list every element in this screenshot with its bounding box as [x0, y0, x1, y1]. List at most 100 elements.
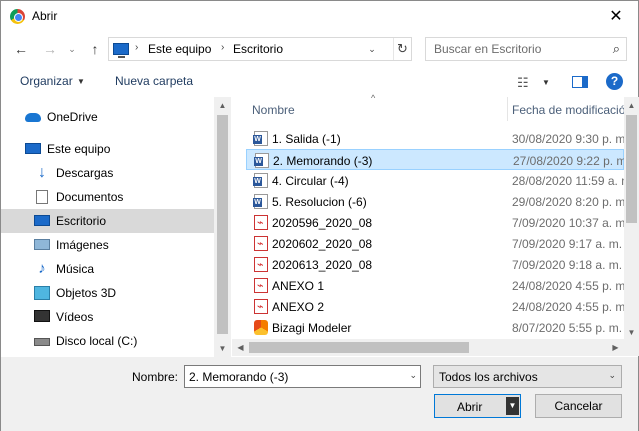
cancel-button[interactable]: Cancelar [535, 394, 622, 418]
search-placeholder: Buscar en Escritorio [434, 42, 542, 56]
sidebar-item-label: OneDrive [47, 110, 98, 124]
word-document-icon [253, 173, 268, 188]
column-header-name[interactable]: Nombre [252, 103, 295, 117]
chevron-down-icon[interactable]: ▼ [77, 77, 85, 86]
search-icon[interactable]: ⌕ [613, 41, 620, 57]
scrollbar-thumb[interactable] [249, 342, 469, 353]
up-arrow-icon[interactable]: ↑ [86, 39, 104, 59]
sidebar-item-label: Objetos 3D [56, 286, 117, 300]
sidebar-item-este-equipo[interactable]: Este equipo [1, 137, 214, 161]
file-name: 2020596_2020_08 [272, 216, 373, 230]
file-name: Bizagi Modeler [272, 321, 352, 335]
file-name-label: Nombre: [132, 370, 179, 384]
file-name: ANEXO 2 [272, 300, 325, 314]
scroll-down-icon[interactable]: ▼ [214, 340, 231, 357]
word-document-icon [254, 153, 269, 168]
view-options-icon[interactable]: ☷ [517, 75, 529, 91]
file-type-select[interactable]: Todos los archivos ⌄ [433, 365, 622, 388]
address-dropdown-icon[interactable]: ⌄ [363, 38, 381, 60]
column-divider[interactable] [507, 97, 508, 121]
word-document-icon [253, 131, 268, 146]
sidebar-item-label: Disco local (C:) [56, 334, 138, 348]
computer-icon [25, 143, 41, 154]
file-date: 24/08/2020 4:55 p. m. [512, 300, 624, 314]
file-row[interactable]: 5. Resolucion (-6) 29/08/2020 8:20 p. m. [246, 191, 624, 212]
file-list-vertical-scrollbar[interactable]: ▲ ▼ [624, 97, 639, 341]
chevron-down-icon[interactable]: ⌄ [608, 370, 616, 381]
pdf-document-icon [254, 278, 268, 293]
file-row[interactable]: 4. Circular (-4) 28/08/2020 11:59 a. m. [246, 170, 624, 191]
open-button[interactable]: Abrir ▼ [434, 394, 521, 418]
sidebar-item-onedrive[interactable]: OneDrive [1, 105, 214, 129]
new-folder-button[interactable]: Nueva carpeta [115, 74, 193, 88]
pictures-icon [34, 239, 50, 250]
column-header-row: ^ Nombre Fecha de modificación [246, 93, 632, 121]
3d-objects-icon [34, 286, 50, 300]
chevron-down-icon[interactable]: ⌄ [409, 370, 417, 381]
sidebar-item-objetos-3d[interactable]: Objetos 3D [1, 281, 214, 305]
refresh-icon[interactable]: ↻ [393, 38, 411, 60]
word-document-icon [253, 194, 268, 209]
breadcrumb-separator-icon[interactable]: › [135, 42, 138, 53]
scrollbar-corner [624, 339, 639, 356]
scroll-left-icon[interactable]: ◀ [232, 339, 249, 356]
file-date: 7/09/2020 9:18 a. m. [512, 258, 623, 272]
sidebar-item-descargas[interactable]: ↓ Descargas [1, 161, 214, 185]
scroll-up-icon[interactable]: ▲ [214, 97, 231, 114]
preview-pane-icon[interactable] [572, 76, 588, 88]
scrollbar-thumb[interactable] [217, 115, 228, 334]
file-date: 29/08/2020 8:20 p. m. [512, 195, 624, 209]
file-name-value[interactable]: 2. Memorando (-3) [189, 370, 288, 384]
file-name: 2020602_2020_08 [272, 237, 373, 251]
forward-arrow-icon[interactable]: → [41, 39, 59, 59]
file-row[interactable]: Bizagi Modeler 8/07/2020 5:55 p. m. [246, 317, 624, 338]
downloads-icon: ↓ [38, 164, 46, 181]
sidebar-scrollbar[interactable]: ▲ ▼ [214, 97, 231, 357]
sidebar-item-label: Este equipo [47, 142, 111, 156]
sidebar-item-disco-local[interactable]: Disco local (C:) [1, 329, 214, 353]
breadcrumb-separator-icon[interactable]: › [221, 42, 224, 53]
file-row[interactable]: ANEXO 1 24/08/2020 4:55 p. m. [246, 275, 624, 296]
file-type-value: Todos los archivos [439, 370, 538, 384]
file-list-horizontal-scrollbar[interactable]: ◀ ▶ [232, 339, 624, 356]
pdf-document-icon [254, 215, 268, 230]
scrollbar-thumb[interactable] [626, 115, 637, 223]
pdf-document-icon [254, 236, 268, 251]
sidebar-item-videos[interactable]: Vídeos [1, 305, 214, 329]
file-row[interactable]: 2020613_2020_08 7/09/2020 9:18 a. m. [246, 254, 624, 275]
file-row[interactable]: 2020596_2020_08 7/09/2020 10:37 a. m. [246, 212, 624, 233]
breadcrumb-escritorio[interactable]: Escritorio [233, 42, 283, 56]
file-row[interactable]: 1. Salida (-1) 30/08/2020 9:30 p. m. [246, 128, 624, 149]
file-row-selected[interactable]: 2. Memorando (-3) 27/08/2020 9:22 p. m. [246, 149, 624, 170]
file-date: 8/07/2020 5:55 p. m. [512, 321, 623, 335]
file-date: 7/09/2020 9:17 a. m. [512, 237, 623, 251]
open-options-dropdown-icon[interactable]: ▼ [506, 397, 519, 415]
sidebar-item-escritorio[interactable]: Escritorio [1, 209, 214, 233]
bizagi-app-icon [254, 320, 268, 335]
recent-locations-dropdown-icon[interactable]: ⌄ [65, 39, 79, 59]
sidebar-item-label: Vídeos [56, 310, 94, 324]
file-date: 28/08/2020 11:59 a. m. [512, 174, 624, 188]
chevron-down-icon[interactable]: ▼ [542, 78, 550, 87]
sidebar-item-musica[interactable]: ♪ Música [1, 257, 214, 281]
dialog-footer: Nombre: 2. Memorando (-3) ⌄ Todos los ar… [1, 357, 638, 431]
file-row[interactable]: ANEXO 2 24/08/2020 4:55 p. m. [246, 296, 624, 317]
chrome-icon [10, 9, 25, 24]
file-date: 30/08/2020 9:30 p. m. [512, 132, 624, 146]
breadcrumb-este-equipo[interactable]: Este equipo [148, 42, 211, 56]
scroll-up-icon[interactable]: ▲ [624, 97, 639, 114]
help-icon[interactable]: ? [606, 73, 623, 90]
close-icon[interactable]: ✕ [594, 1, 638, 32]
back-arrow-icon[interactable]: ← [12, 39, 30, 59]
address-bar[interactable]: › Este equipo › Escritorio ⌄ ↻ [108, 37, 412, 61]
search-input[interactable]: Buscar en Escritorio ⌕ [425, 37, 627, 61]
scroll-right-icon[interactable]: ▶ [607, 339, 624, 356]
organize-button[interactable]: Organizar [20, 74, 73, 88]
sidebar-item-imagenes[interactable]: Imágenes [1, 233, 214, 257]
file-row[interactable]: 2020602_2020_08 7/09/2020 9:17 a. m. [246, 233, 624, 254]
column-header-date[interactable]: Fecha de modificación [512, 103, 632, 117]
sidebar-item-documentos[interactable]: Documentos [1, 185, 214, 209]
file-name-input[interactable]: 2. Memorando (-3) ⌄ [184, 365, 421, 388]
sidebar-item-label: Descargas [56, 166, 114, 180]
file-date: 24/08/2020 4:55 p. m. [512, 279, 624, 293]
